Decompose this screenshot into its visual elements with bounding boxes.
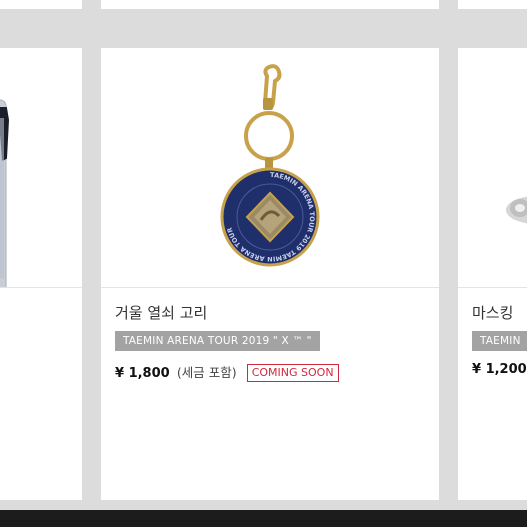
product-title[interactable]: 거울 열쇠 고리 bbox=[115, 302, 207, 323]
card-divider bbox=[458, 287, 527, 288]
keychain-image: TAEMIN ARENA TOUR 2019 TAEMIN ARENA TOUR bbox=[220, 64, 320, 267]
product-price: ¥ 1,800 bbox=[115, 366, 170, 381]
product-card-right[interactable]: 마스킹 TAEMIN ¥ 1,200 bbox=[458, 48, 527, 500]
top-card-center bbox=[101, 0, 439, 9]
footer-bar bbox=[0, 510, 527, 527]
pouch-image bbox=[0, 99, 10, 287]
product-price-right: ¥ 1,200 bbox=[472, 362, 527, 377]
product-card-left[interactable]: N bbox=[0, 48, 82, 500]
product-card-keychain[interactable]: TAEMIN ARENA TOUR 2019 TAEMIN ARENA TOUR… bbox=[101, 48, 439, 500]
tour-tag-right: TAEMIN bbox=[472, 331, 527, 351]
card-divider bbox=[101, 287, 439, 288]
top-card-left bbox=[0, 0, 82, 9]
price-row-right: ¥ 1,200 bbox=[472, 362, 527, 377]
card-divider bbox=[0, 287, 82, 288]
product-image-keychain[interactable]: TAEMIN ARENA TOUR 2019 TAEMIN ARENA TOUR bbox=[101, 48, 439, 287]
coming-soon-badge: COMING SOON bbox=[246, 364, 339, 382]
masking-tape-image bbox=[506, 196, 527, 224]
product-image-left[interactable] bbox=[0, 48, 82, 287]
price-row: ¥ 1,800 (세금 포함) COMING SOON bbox=[115, 362, 339, 382]
product-image-right[interactable] bbox=[458, 48, 527, 287]
tax-note: (세금 포함) bbox=[176, 365, 237, 380]
top-card-right bbox=[458, 0, 527, 9]
tour-tag: TAEMIN ARENA TOUR 2019 " X ™ " bbox=[115, 331, 320, 351]
product-title-right[interactable]: 마스킹 bbox=[472, 302, 513, 323]
